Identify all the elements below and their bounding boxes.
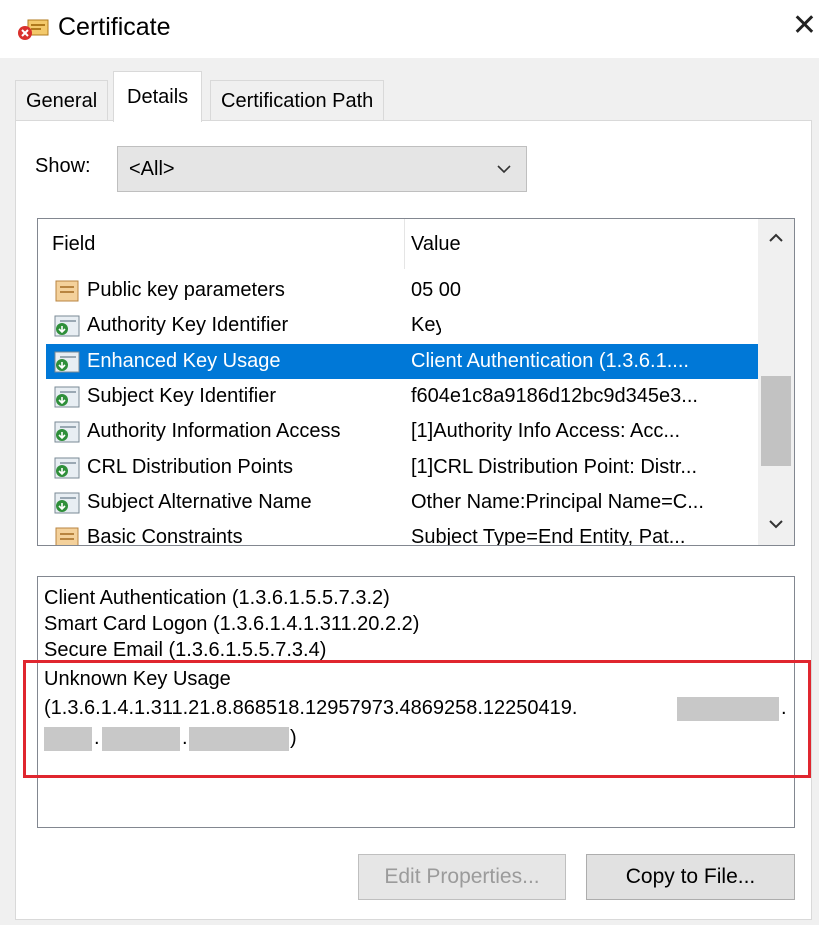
field-name: Authority Information Access (87, 420, 341, 443)
edit-properties-button[interactable]: Edit Properties... (358, 854, 566, 900)
detail-line: Client Authentication (1.3.6.1.5.5.7.3.2… (44, 587, 390, 609)
field-name: Authority Key Identifier (87, 314, 289, 337)
extension-icon (54, 315, 80, 337)
parameters-icon (55, 527, 79, 545)
show-dropdown[interactable]: <All> (117, 146, 527, 192)
field-value: Subject Type=End Entity, Pat... (411, 526, 686, 546)
tab-details[interactable]: Details (113, 71, 203, 122)
window-title: Certificate (58, 13, 171, 41)
close-icon: ✕ (791, 9, 818, 42)
field-value: 05 00 (411, 279, 462, 301)
field-row[interactable]: Public key parameters 05 00 (46, 273, 758, 308)
detail-line: Smart Card Logon (1.3.6.1.4.1.311.20.2.2… (44, 613, 420, 635)
extension-icon (54, 351, 80, 373)
field-value: f604e1c8a9186d12bc9d345e3... (411, 384, 698, 407)
extension-icon (54, 457, 80, 478)
field-row[interactable]: Authority Information Access [1]Authority… (46, 414, 758, 449)
scroll-up-icon[interactable] (758, 219, 794, 263)
parameters-icon (55, 280, 79, 302)
scroll-down-icon[interactable] (758, 505, 794, 545)
chevron-down-icon (497, 165, 511, 174)
field-value: [1]Authority Info Access: Acc... (411, 420, 681, 443)
close-button[interactable]: ✕ (790, 6, 819, 46)
field-name: Basic Constraints (87, 526, 243, 546)
extension-icon (54, 386, 80, 408)
tab-general[interactable]: General (15, 80, 109, 120)
extension-icon (54, 421, 80, 443)
field-name: Subject Key Identifier (87, 384, 276, 407)
field-name: Enhanced Key Usage (87, 349, 281, 372)
scrollbar-thumb[interactable] (761, 376, 791, 466)
field-list-header: Field Value (38, 219, 758, 269)
field-value: [1]CRL Distribution Point: Distr... (411, 455, 698, 478)
show-label: Show: (35, 155, 91, 177)
field-list[interactable]: Field Value Public key parameters 05 00 Au… (37, 218, 795, 546)
field-row[interactable]: Basic Constraints Subject Type=End Entity… (46, 520, 758, 546)
field-row[interactable]: CRL Distribution Points [1]CRL Distributi… (46, 450, 758, 485)
redacted-keyid (441, 316, 737, 340)
column-header-field[interactable]: Field (52, 233, 95, 256)
detail-line: Secure Email (1.3.6.1.5.5.7.3.4) (44, 639, 327, 661)
field-list-scrollbar[interactable] (758, 219, 794, 545)
show-dropdown-value: <All> (129, 158, 175, 180)
column-divider[interactable] (404, 219, 405, 269)
field-row[interactable]: Subject Key Identifier f604e1c8a9186d12bc… (46, 379, 758, 414)
field-name: Public key parameters (87, 279, 285, 301)
annotation-highlight-box (23, 660, 811, 778)
field-value: Client Authentication (1.3.6.1.... (411, 349, 689, 372)
field-name: CRL Distribution Points (87, 455, 294, 478)
field-row[interactable]: Enhanced Key Usage Client Authentication … (46, 343, 758, 379)
tab-certification-path[interactable]: Certification Path (210, 80, 385, 120)
field-name: Subject Alternative Name (87, 490, 312, 513)
extension-icon (54, 492, 80, 514)
title-bar: Certificate ✕ (0, 0, 819, 58)
copy-to-file-button[interactable]: Copy to File... (586, 854, 795, 900)
field-row[interactable]: Subject Alternative Name Other Name:Princ… (46, 485, 758, 520)
field-value: Other Name:Principal Name=C... (411, 490, 704, 513)
column-header-value[interactable]: Value (411, 233, 461, 256)
certificate-error-icon (18, 19, 49, 40)
